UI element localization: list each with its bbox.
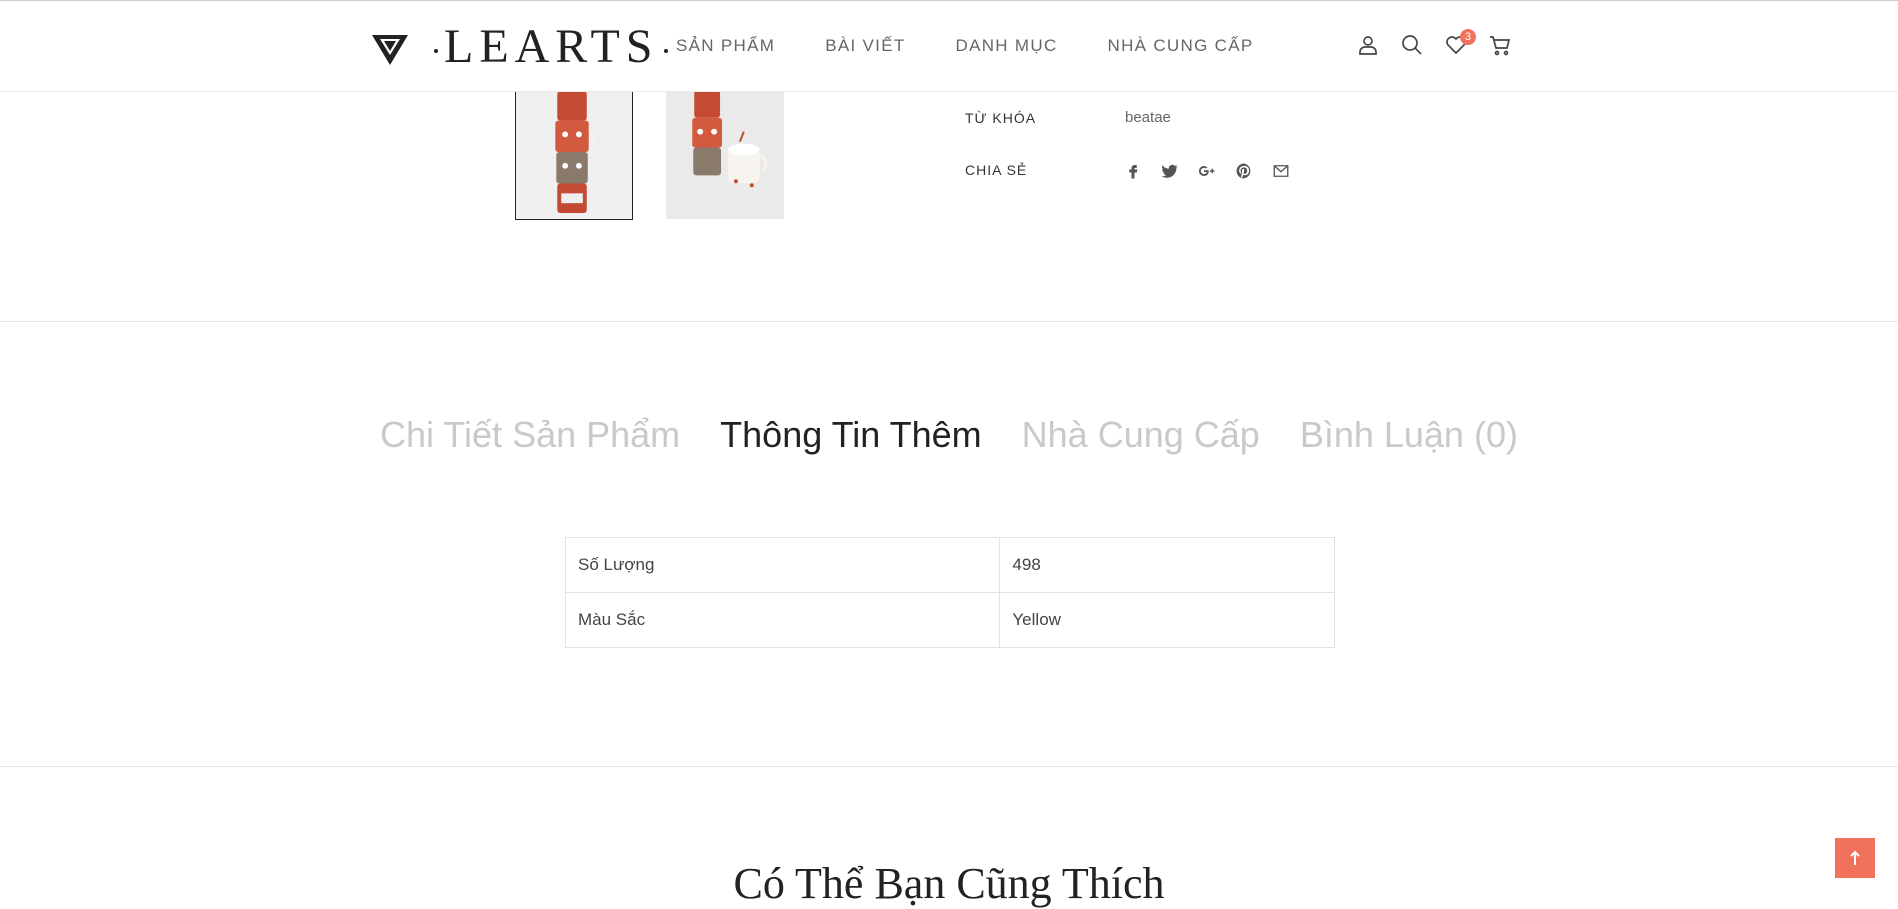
cart-icon[interactable] [1488,33,1514,59]
facebook-icon[interactable] [1124,162,1142,180]
share-label: CHIA SẺ [965,162,1028,178]
wishlist-count-badge: 3 [1460,29,1476,45]
google-plus-icon[interactable] [1198,162,1216,180]
product-tabs: Chi Tiết Sản Phẩm Thông Tin Thêm Nhà Cun… [0,414,1898,456]
nav-item-suppliers[interactable]: NHÀ CUNG CẤP [1108,36,1254,56]
logo-mark-icon [372,35,408,65]
logo-text: LEARTS [428,23,674,71]
user-icon[interactable] [1356,33,1382,59]
table-cell-label: Màu Sắc [564,592,1001,648]
additional-info-table: Số Lượng 498 Màu Sắc Yellow [564,537,1335,648]
share-icons [1124,162,1309,180]
nav-item-products[interactable]: SẢN PHẨM [676,36,775,56]
tab-additional-info[interactable]: Thông Tin Thêm [720,414,981,456]
stacked-mugs-image [516,91,632,219]
tab-reviews[interactable]: Bình Luận (0) [1300,414,1518,456]
header-icons: 3 [1356,29,1532,59]
table-cell-value: 498 [999,537,1335,593]
nav-item-articles[interactable]: BÀI VIẾT [825,36,905,56]
tags-label: TỪ KHÓA [965,110,1037,126]
table-row: Số Lượng 498 [564,537,1335,593]
table-cell-value: Yellow [999,592,1335,648]
site-header: LEARTS SẢN PHẨM BÀI VIẾT DANH MỤC NHÀ CU… [0,1,1898,92]
logo[interactable]: LEARTS [370,17,674,77]
section-divider-bottom [0,766,1898,767]
wishlist-heart-icon[interactable]: 3 [1444,29,1476,59]
pinterest-icon[interactable] [1235,162,1253,180]
table-cell-label: Số Lượng [564,537,1001,593]
tab-supplier[interactable]: Nhà Cung Cấp [1022,414,1260,456]
tag-link[interactable]: beatae [1125,109,1171,126]
product-thumbnail-2[interactable] [666,90,784,219]
section-divider-top [0,321,1898,322]
back-to-top-button[interactable] [1835,838,1875,878]
main-nav: SẢN PHẨM BÀI VIẾT DANH MỤC NHÀ CUNG CẤP [676,36,1303,56]
search-icon[interactable] [1400,33,1426,59]
email-icon[interactable] [1272,162,1290,180]
mugs-with-drink-image [666,90,784,219]
arrow-up-icon [1850,850,1860,865]
related-products-title: Có Thể Bạn Cũng Thích [733,859,1165,908]
twitter-icon[interactable] [1161,162,1179,180]
tab-product-details[interactable]: Chi Tiết Sản Phẩm [380,414,680,456]
table-row: Màu Sắc Yellow [564,592,1335,648]
product-thumbnail-1[interactable] [515,90,633,220]
nav-item-categories[interactable]: DANH MỤC [956,36,1058,56]
